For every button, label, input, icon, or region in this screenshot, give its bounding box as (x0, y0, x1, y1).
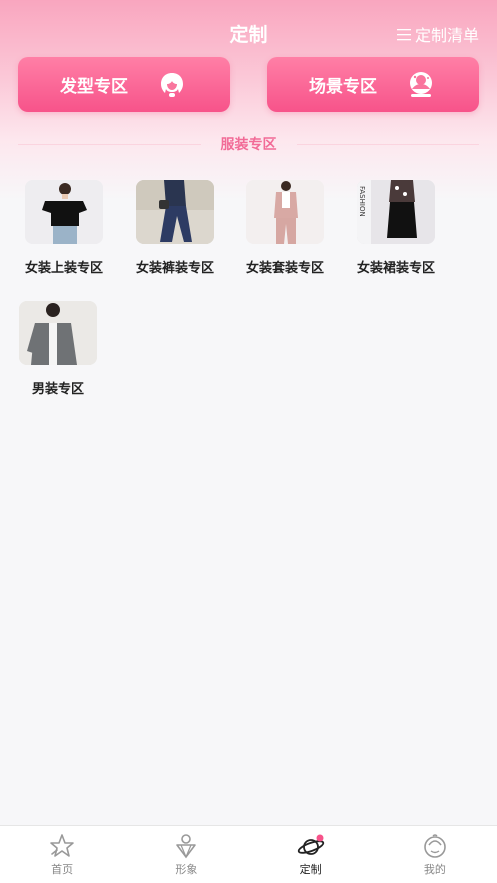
category-label: 男装专区 (31, 382, 84, 397)
women-suits-thumbnail (246, 180, 324, 244)
star-icon (50, 834, 74, 857)
hairstyle-icon (161, 72, 183, 97)
diamond-icon (176, 834, 197, 859)
scene-zone-button[interactable]: 场景专区 (267, 57, 479, 112)
divider-right (296, 143, 479, 145)
tab-label: 形象 (175, 863, 198, 876)
svg-text:FASHION: FASHION (358, 186, 366, 217)
planet-icon (297, 834, 324, 855)
category-label: 女装套装专区 (245, 261, 324, 276)
tab-customize[interactable]: 定制 (249, 826, 373, 883)
category-women-skirts[interactable]: FASHION 女装裙装专区 (341, 180, 451, 276)
category-label: 女装裤装专区 (135, 261, 214, 276)
category-women-pants[interactable]: 女装裤装专区 (120, 180, 230, 276)
category-women-tops[interactable]: 女装上装专区 (9, 180, 119, 276)
divider-left (18, 143, 201, 145)
hairstyle-zone-button[interactable]: 发型专区 (18, 57, 230, 112)
category-men[interactable]: 男装专区 (3, 301, 113, 397)
category-label: 女装上装专区 (24, 261, 103, 276)
scene-icon (410, 71, 432, 97)
women-pants-thumbnail (136, 180, 214, 244)
bottom-tab-bar: 首页 形象 定制 我的 (0, 825, 497, 883)
tab-home[interactable]: 首页 (0, 826, 124, 883)
tab-label: 我的 (423, 863, 446, 876)
scene-zone-label: 场景专区 (309, 77, 377, 97)
profile-icon (424, 834, 446, 858)
hairstyle-zone-label: 发型专区 (60, 77, 128, 97)
list-icon (396, 28, 411, 40)
clothing-section-header: 服装专区 (18, 134, 479, 154)
men-thumbnail (19, 301, 97, 365)
tab-label: 定制 (299, 863, 322, 876)
category-label: 女装裙装专区 (356, 261, 435, 276)
tab-image[interactable]: 形象 (124, 826, 248, 883)
tab-mine[interactable]: 我的 (373, 826, 497, 883)
custom-list-button[interactable]: 定制清单 (396, 22, 479, 46)
women-skirts-thumbnail: FASHION (357, 180, 435, 244)
tab-label: 首页 (51, 863, 74, 876)
header: 定制 定制清单 (0, 0, 497, 64)
category-women-suits[interactable]: 女装套装专区 (230, 180, 340, 276)
women-tops-thumbnail (25, 180, 103, 244)
custom-list-label: 定制清单 (414, 26, 479, 45)
section-title: 服装专区 (220, 137, 277, 153)
